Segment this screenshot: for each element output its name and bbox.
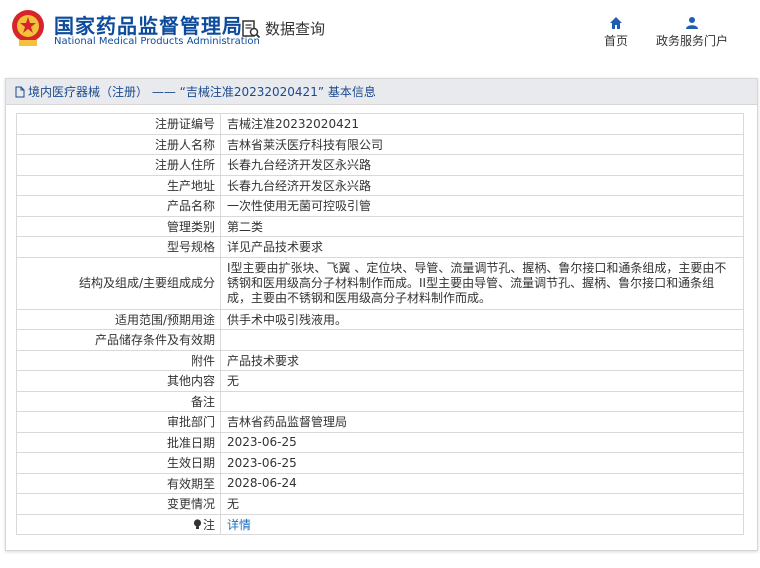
site-title[interactable]: 国家药品监督管理局 xyxy=(54,10,243,39)
table-row: 结构及组成/主要组成成分 I型主要由扩张块、飞翼 、定位块、导管、流量调节孔、握柄… xyxy=(16,256,744,310)
note-label: 注 xyxy=(202,517,215,532)
row-label: 注 xyxy=(16,513,221,535)
detail-panel: 境内医疗器械（注册） —— “吉械注准20232020421” 基本信息 注册证… xyxy=(5,78,758,551)
row-label: 批准日期 xyxy=(16,431,221,453)
row-value: 第二类 xyxy=(220,215,744,237)
table-row: 附件 产品技术要求 xyxy=(16,349,744,371)
table-row: 有效期至 2028-06-24 xyxy=(16,472,744,494)
panel-header: 境内医疗器械（注册） —— “吉械注准20232020421” 基本信息 xyxy=(6,79,757,105)
lightbulb-icon xyxy=(193,519,202,529)
row-value: 详见产品技术要求 xyxy=(220,236,744,258)
row-label: 变更情况 xyxy=(16,493,221,515)
document-search-icon xyxy=(242,19,261,38)
site-subtitle: National Medical Products Administration xyxy=(54,36,260,47)
row-value: 2023-06-25 xyxy=(220,431,744,453)
row-label: 适用范围/预期用途 xyxy=(16,308,221,330)
table-row: 注册证编号 吉械注准20232020421 xyxy=(16,113,744,135)
table-row: 生效日期 2023-06-25 xyxy=(16,452,744,474)
row-label: 型号规格 xyxy=(16,236,221,258)
user-icon xyxy=(686,17,698,29)
row-label: 其他内容 xyxy=(16,370,221,392)
row-value: 一次性使用无菌可控吸引管 xyxy=(220,195,744,217)
row-label: 附件 xyxy=(16,349,221,371)
row-label: 结构及组成/主要组成成分 xyxy=(16,256,221,310)
row-value: 长春九台经济开发区永兴路 xyxy=(220,154,744,176)
row-label: 管理类别 xyxy=(16,215,221,237)
table-row: 备注 xyxy=(16,390,744,412)
row-value: 2028-06-24 xyxy=(220,472,744,494)
row-label: 产品储存条件及有效期 xyxy=(16,329,221,351)
row-value: 无 xyxy=(220,370,744,392)
row-label: 审批部门 xyxy=(16,411,221,433)
info-table: 注册证编号 吉械注准20232020421 注册人名称 吉林省莱沃医疗科技有限公司 … xyxy=(16,113,744,535)
table-row: 注册人名称 吉林省莱沃医疗科技有限公司 xyxy=(16,133,744,155)
row-label: 有效期至 xyxy=(16,472,221,494)
table-row: 管理类别 第二类 xyxy=(16,215,744,237)
row-label: 产品名称 xyxy=(16,195,221,217)
row-value: 无 xyxy=(220,493,744,515)
nav-home-label: 首页 xyxy=(604,34,629,48)
row-label: 注册人名称 xyxy=(16,133,221,155)
row-value xyxy=(220,390,744,412)
table-row: 产品储存条件及有效期 xyxy=(16,329,744,351)
row-value: 吉林省莱沃医疗科技有限公司 xyxy=(220,133,744,155)
table-row: 产品名称 一次性使用无菌可控吸引管 xyxy=(16,195,744,217)
row-label: 生产地址 xyxy=(16,174,221,196)
data-query-label: 数据查询 xyxy=(265,20,326,38)
table-row: 批准日期 2023-06-25 xyxy=(16,431,744,453)
table-row: 变更情况无 xyxy=(16,493,744,515)
table-row: 注册人住所 长春九台经济开发区永兴路 xyxy=(16,154,744,176)
panel-title: 境内医疗器械（注册） —— “吉械注准20232020421” 基本信息 xyxy=(28,85,376,99)
national-emblem-icon xyxy=(12,10,44,46)
nav-service-portal[interactable]: 政务服务门户 xyxy=(656,14,728,49)
table-row: 注 详情 xyxy=(16,513,744,535)
row-value: 2023-06-25 xyxy=(220,452,744,474)
row-value: 长春九台经济开发区永兴路 xyxy=(220,174,744,196)
details-link[interactable]: 详情 xyxy=(227,518,251,532)
row-value: I型主要由扩张块、飞翼 、定位块、导管、流量调节孔、握柄、鲁尔接口和通条组成，主… xyxy=(220,256,744,310)
top-header: 国家药品监督管理局 National Medical Products Admi… xyxy=(0,0,760,62)
data-query-link[interactable]: 数据查询 xyxy=(241,18,325,39)
nav-service-label: 政务服务门户 xyxy=(656,34,729,48)
row-label: 注册证编号 xyxy=(16,113,221,135)
home-icon xyxy=(610,17,622,29)
row-value xyxy=(220,329,744,351)
document-icon xyxy=(15,86,25,97)
row-label: 备注 xyxy=(16,390,221,412)
row-value: 吉林省药品监督管理局 xyxy=(220,411,744,433)
table-row: 审批部门 吉林省药品监督管理局 xyxy=(16,411,744,433)
row-value: 吉械注准20232020421 xyxy=(220,113,744,135)
row-value: 供手术中吸引残液用。 xyxy=(220,308,744,330)
row-value: 产品技术要求 xyxy=(220,349,744,371)
row-label: 生效日期 xyxy=(16,452,221,474)
row-label: 注册人住所 xyxy=(16,154,221,176)
table-row: 其他内容无 xyxy=(16,370,744,392)
nav-home[interactable]: 首页 xyxy=(604,14,628,49)
row-value: 详情 xyxy=(220,513,744,535)
table-row: 适用范围/预期用途 供手术中吸引残液用。 xyxy=(16,308,744,330)
table-row: 型号规格 详见产品技术要求 xyxy=(16,236,744,258)
table-row: 生产地址 长春九台经济开发区永兴路 xyxy=(16,174,744,196)
